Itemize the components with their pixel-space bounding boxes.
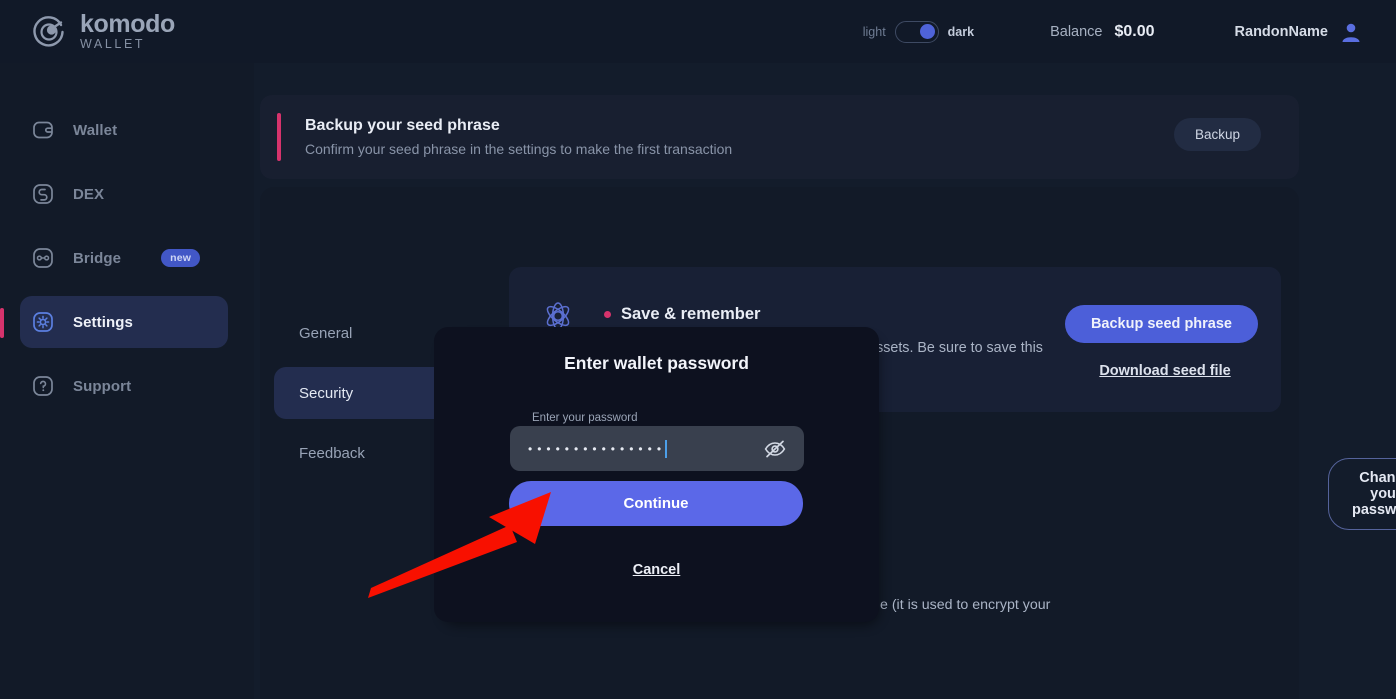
seed-card-title-row: Save & remember [604,305,760,324]
download-seed-file-link[interactable]: Download seed file [1072,363,1258,379]
password-value: ••••••••••••••• [528,441,667,456]
sidebar-label-dex: DEX [73,185,105,203]
password-field-wrapper: Enter your password ••••••••••••••• [510,412,804,471]
sidebar-badge-new: new [161,249,201,267]
sidebar: Wallet DEX Bridge new Settings Support [0,63,254,699]
seed-card-title: Save & remember [621,305,761,323]
logo-name: komodo [80,10,175,39]
theme-light-label: light [862,24,886,39]
avatar-icon [1340,21,1362,43]
sidebar-item-dex[interactable]: DEX [20,168,228,220]
text-caret [665,439,668,458]
annotation-arrow [355,480,575,610]
backup-banner: Backup your seed phrase Confirm your see… [260,95,1299,179]
balance-display: Balance $0.00 [1050,23,1154,41]
sidebar-item-settings[interactable]: Settings [0,296,228,348]
sidebar-label-bridge: Bridge [73,249,122,267]
eye-off-icon[interactable] [763,437,787,461]
banner-text: Backup your seed phrase Confirm your see… [305,117,732,157]
sidebar-item-wallet[interactable]: Wallet [20,104,228,156]
banner-backup-button[interactable]: Backup [1173,118,1261,151]
question-icon [31,374,55,398]
password-field-label: Enter your password [532,412,638,424]
balance-label: Balance [1050,23,1103,40]
password-section-text: e (it is used to encrypt your [880,597,1051,613]
gear-icon [31,310,55,334]
komodo-logo-icon [32,15,66,49]
status-dot [604,311,611,318]
banner-accent-bar [277,113,281,161]
top-bar: komodo WALLET light dark Balance $0.00 R… [0,0,1396,63]
logo-subtitle: WALLET [80,37,146,52]
banner-title: Backup your seed phrase [305,117,500,134]
sidebar-item-bridge[interactable]: Bridge new [20,232,228,284]
top-bar-right: light dark Balance $0.00 RandonName [862,20,1396,43]
atom-icon [546,302,570,330]
modal-title: Enter wallet password [564,353,749,373]
theme-switch[interactable] [894,20,939,43]
sidebar-label-settings: Settings [73,313,133,331]
bridge-icon [31,246,55,270]
banner-subtitle: Confirm your seed phrase in the settings… [305,141,733,157]
theme-switch-knob [920,23,936,39]
sidebar-label-support: Support [73,377,132,395]
swap-icon [31,182,55,206]
app-root: komodo WALLET light dark Balance $0.00 R… [0,0,1396,699]
theme-dark-label: dark [947,24,975,39]
app-logo[interactable]: komodo WALLET [32,12,175,51]
sidebar-item-support[interactable]: Support [20,360,228,412]
sidebar-label-wallet: Wallet [73,121,118,139]
password-input[interactable]: ••••••••••••••• [510,426,804,471]
backup-seed-phrase-button[interactable]: Backup seed phrase [1064,305,1258,343]
change-password-button[interactable]: Change your password [1328,458,1396,530]
logo-text: komodo WALLET [80,12,175,51]
user-name: RandonName [1234,23,1328,40]
theme-toggle[interactable]: light dark [862,20,975,43]
balance-value: $0.00 [1114,22,1155,40]
user-menu[interactable]: RandonName [1235,21,1362,43]
wallet-icon [31,118,55,142]
